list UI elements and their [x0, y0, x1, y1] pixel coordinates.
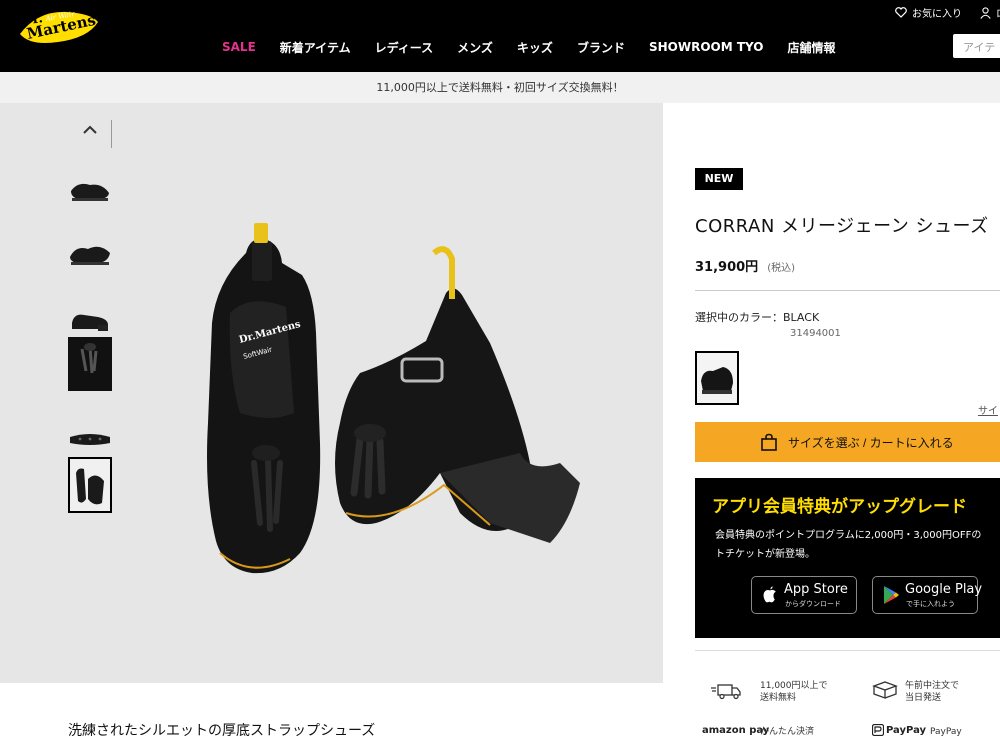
- favorites-link[interactable]: お気に入り: [895, 5, 962, 20]
- google-play-sub: で手に入れよう: [906, 600, 955, 608]
- benefit-free-shipping: 11,000円以上で 送料無料: [760, 680, 828, 704]
- nav-item-showroom[interactable]: SHOWROOM TYO: [649, 40, 764, 54]
- nav-item-sale[interactable]: SALE: [222, 40, 256, 54]
- account-label: ロ: [996, 5, 1000, 20]
- google-play-label: Google Play: [905, 582, 983, 597]
- truck-icon: [711, 684, 741, 700]
- app-promo-banner: アプリ会員特典がアップグレード 会員特典のポイントプログラムに2,000円・3,…: [695, 478, 1000, 638]
- selected-color-label: 選択中のカラー：BLACK: [695, 311, 820, 324]
- app-promo-line-2: トチケットが新登場。: [715, 549, 815, 560]
- nav-item-brand[interactable]: ブランド: [577, 39, 625, 56]
- app-promo-text: 会員特典のポイントプログラムに2,000円・3,000円OFFの トチケットが新…: [715, 526, 1000, 564]
- product-title: CORRAN メリージェーン シューズ: [695, 216, 989, 237]
- apple-icon: [763, 586, 776, 603]
- nav-item-ladies[interactable]: レディース: [375, 39, 434, 56]
- thumbnail-2[interactable]: [68, 231, 112, 275]
- nav-item-new-arrivals[interactable]: 新着アイテム: [280, 39, 351, 56]
- thumbnail-4[interactable]: [68, 337, 112, 391]
- app-promo-line-1: 会員特典のポイントプログラムに2,000円・3,000円OFFの: [715, 530, 982, 541]
- product-price: 31,900円: [695, 260, 759, 275]
- box-icon: [872, 681, 898, 699]
- thumbnail-6-selected[interactable]: [68, 457, 112, 513]
- swatch-image: [701, 367, 733, 394]
- product-page: Dr. Martens Air Wair SALE 新着アイテム レディース メ…: [0, 0, 1000, 736]
- price-row: 31,900円 (税込): [695, 256, 795, 275]
- product-gallery: Dr.Martens SoftWair: [0, 103, 663, 683]
- tax-note: (税込): [767, 263, 796, 274]
- dr-martens-logo[interactable]: Dr. Martens Air Wair: [18, 8, 100, 48]
- app-store-sub: からダウンロード: [785, 600, 841, 608]
- paypay-icon: [872, 724, 884, 736]
- benefit-same-day-line2: 当日発送: [905, 693, 942, 703]
- account-link[interactable]: ロ: [980, 5, 1000, 20]
- product-tagline: 洗練されたシルエットの厚底ストラップシューズ: [68, 723, 376, 736]
- add-to-cart-button[interactable]: サイズを選ぶ / カートに入れる: [695, 422, 1000, 462]
- thumbnail-divider: [111, 120, 112, 148]
- site-header: Dr. Martens Air Wair SALE 新着アイテム レディース メ…: [0, 0, 1000, 72]
- product-main-image[interactable]: Dr.Martens SoftWair: [190, 223, 610, 583]
- favorites-label: お気に入り: [912, 9, 962, 20]
- thumbnail-6-image: [70, 459, 110, 511]
- chevron-up-icon[interactable]: [80, 121, 100, 137]
- color-swatch-black[interactable]: [695, 351, 739, 405]
- divider: [695, 290, 1000, 291]
- google-play-button[interactable]: Google Play で手に入れよう: [872, 576, 982, 614]
- nav-item-mens[interactable]: メンズ: [457, 39, 493, 56]
- google-play-icon: [884, 586, 899, 604]
- app-store-label: App Store: [784, 582, 848, 597]
- benefit-free-shipping-line2: 送料無料: [760, 693, 797, 703]
- left-shoe: Dr.Martens SoftWair: [207, 223, 321, 574]
- benefits-divider: [695, 650, 1000, 651]
- product-sku: 31494001: [790, 328, 841, 339]
- add-to-cart-label: サイズを選ぶ / カートに入れる: [788, 435, 954, 450]
- app-promo-headline: アプリ会員特典がアップグレード: [712, 497, 967, 517]
- heart-icon: [895, 7, 907, 18]
- shipping-banner: 11,000円以上で送料無料・初回サイズ交換無料！: [0, 72, 1000, 103]
- thumbnail-1[interactable]: [68, 167, 112, 211]
- benefit-paypay: PayPay: [930, 727, 962, 736]
- benefit-same-day-line1: 午前中注文で: [905, 681, 960, 691]
- right-shoe: [335, 246, 580, 543]
- nav-item-stores[interactable]: 店舗情報: [788, 39, 836, 56]
- thumbnail-3[interactable]: [68, 295, 112, 339]
- size-guide-link[interactable]: サイ: [978, 402, 998, 417]
- bag-icon: [761, 433, 777, 451]
- benefit-free-shipping-line1: 11,000円以上で: [760, 681, 828, 691]
- benefit-same-day: 午前中注文で 当日発送: [905, 680, 959, 704]
- user-icon: [980, 6, 991, 19]
- app-store-button[interactable]: App Store からダウンロード: [751, 576, 857, 614]
- nav-item-kids[interactable]: キッズ: [517, 39, 553, 56]
- main-nav: SALE 新着アイテム レディース メンズ キッズ ブランド SHOWROOM …: [222, 39, 860, 55]
- benefit-amazon-pay: かんたん決済: [760, 727, 815, 736]
- new-badge: NEW: [695, 168, 743, 190]
- paypay-logo: PayPay: [886, 725, 927, 736]
- search-input[interactable]: アイテ: [953, 34, 1000, 58]
